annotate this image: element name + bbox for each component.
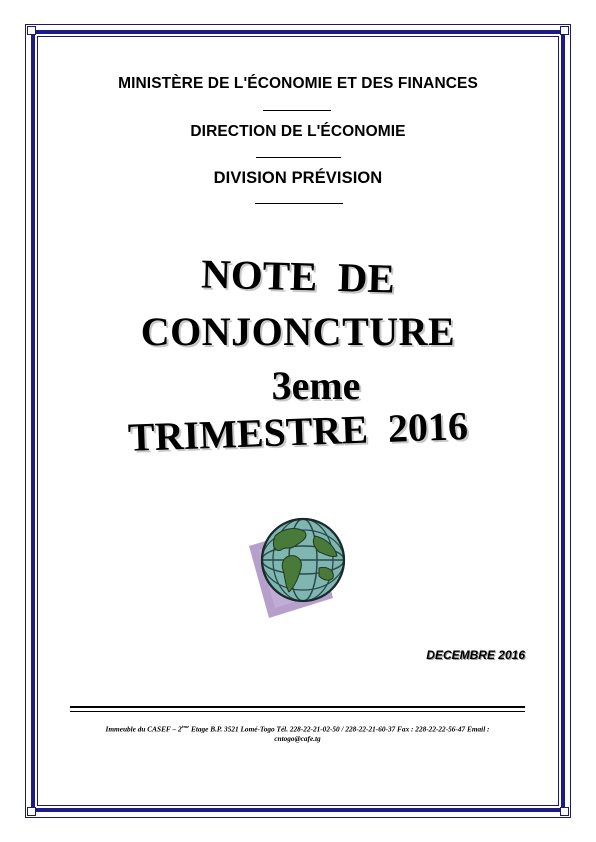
footer-address-part2: Etage B.P. 3521 Lomé-Togo Tél. 228-22-21… xyxy=(189,724,490,734)
border-corner-top-left xyxy=(27,26,36,35)
publication-date: DECEMBRE 2016 xyxy=(426,648,525,662)
header-separator-3 xyxy=(255,203,343,204)
ministry-heading: MINISTÈRE DE L'ÉCONOMIE ET DES FINANCES xyxy=(118,75,478,92)
title-line-2: CONJONCTURE xyxy=(140,309,456,354)
division-heading: DIVISION PRÉVISION xyxy=(213,169,383,187)
footer-rule-thick xyxy=(70,706,525,708)
footer-address: Immeuble du CASEF – 2ème Etage B.P. 3521… xyxy=(70,722,525,744)
footer-address-sup: ème xyxy=(181,724,190,729)
direction-heading: DIRECTION DE L'ÉCONOMIE xyxy=(190,123,406,140)
footer-email: cntogo@cafe.tg xyxy=(274,734,321,744)
header-separator-2 xyxy=(256,157,341,158)
footer-address-part1: Immeuble du CASEF – 2 xyxy=(105,724,182,734)
footer-rule-thin xyxy=(70,711,525,712)
title-line-3: 3eme xyxy=(271,363,361,408)
border-corner-bottom-right xyxy=(560,807,569,816)
border-corner-top-right xyxy=(560,26,569,35)
globe-icon xyxy=(245,516,355,620)
header-separator-1 xyxy=(263,110,331,111)
border-corner-bottom-left xyxy=(27,807,36,816)
